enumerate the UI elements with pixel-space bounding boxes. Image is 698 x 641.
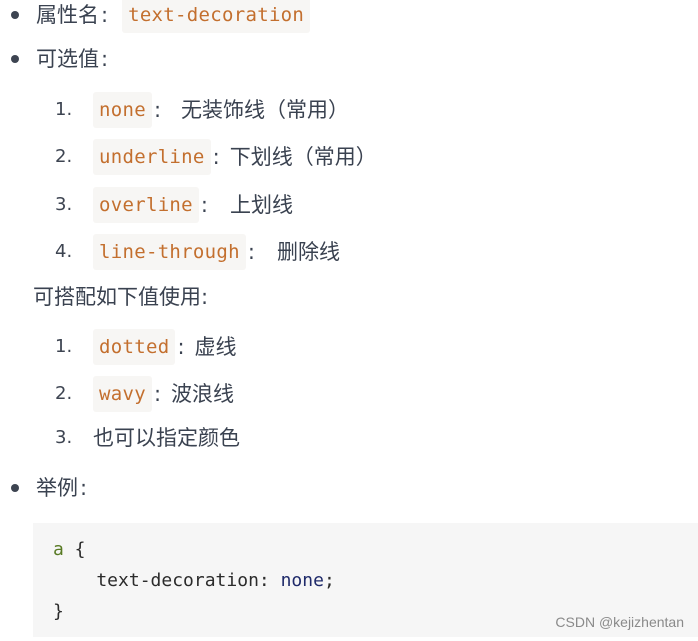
watermark: CSDN @kejizhentan	[555, 614, 684, 630]
combo-desc: 虚线	[194, 335, 237, 359]
value-item: 3. overline : 上划线	[55, 187, 293, 223]
value-desc: 上划线	[230, 193, 293, 217]
property-label: 属性名	[36, 3, 99, 27]
item-number: 4.	[55, 241, 73, 262]
close-brace: }	[53, 601, 64, 622]
item-number: 2.	[55, 146, 73, 167]
value-code: line-through	[93, 234, 246, 270]
value-item: 1. none : 无装饰线（常用）	[55, 92, 349, 128]
colon: :	[200, 193, 208, 217]
value-item: 4. line-through : 删除线	[55, 234, 340, 270]
combo-item: 3. 也可以指定颜色	[55, 423, 240, 453]
colon: :	[177, 335, 185, 359]
colon: :	[101, 3, 109, 27]
example-heading-row: 举例 :	[11, 473, 91, 503]
combo-code: dotted	[93, 329, 176, 365]
colon: :	[80, 476, 88, 500]
bullet-icon	[11, 55, 19, 63]
value-code: overline	[93, 187, 199, 223]
colon: :	[153, 382, 162, 406]
item-number: 3.	[55, 427, 73, 448]
combo-code: wavy	[93, 376, 152, 412]
property-code: text-decoration	[122, 0, 311, 33]
value-desc: 无装饰线（常用）	[181, 98, 350, 122]
colon: :	[247, 240, 255, 264]
css-property: text-decoration:	[53, 570, 281, 591]
values-label: 可选值	[36, 47, 99, 71]
value-item: 2. underline : 下划线（常用）	[55, 139, 377, 175]
value-desc: 删除线	[276, 240, 340, 264]
combo-label: 可搭配如下值使用:	[33, 285, 209, 309]
open-brace: {	[63, 539, 86, 560]
values-heading-row: 可选值 :	[11, 44, 112, 74]
code-line-3: }	[53, 596, 64, 627]
combo-item: 2. wavy : 波浪线	[55, 376, 234, 412]
property-name-row: 属性名 : text-decoration	[11, 0, 311, 33]
colon: :	[101, 47, 109, 71]
combo-item: 1. dotted : 虚线	[55, 329, 237, 365]
code-line-2: text-decoration: none;	[53, 565, 335, 596]
value-code: none	[93, 92, 152, 128]
css-selector: a	[53, 539, 64, 560]
value-desc: 下划线（常用）	[229, 145, 377, 169]
colon: :	[212, 145, 220, 169]
bullet-icon	[11, 484, 19, 492]
combo-desc: 也可以指定颜色	[93, 426, 240, 450]
colon: :	[153, 98, 162, 122]
code-line-1: a {	[53, 534, 86, 565]
value-code: underline	[93, 139, 211, 175]
item-number: 1.	[55, 336, 73, 357]
combo-desc: 波浪线	[171, 382, 235, 406]
item-number: 3.	[55, 194, 73, 215]
example-label: 举例	[36, 476, 78, 500]
combo-heading-row: 可搭配如下值使用:	[33, 282, 208, 312]
css-value: none	[280, 570, 324, 591]
semicolon: ;	[323, 570, 335, 591]
item-number: 1.	[55, 99, 73, 120]
bullet-icon	[11, 11, 19, 19]
item-number: 2.	[55, 383, 73, 404]
